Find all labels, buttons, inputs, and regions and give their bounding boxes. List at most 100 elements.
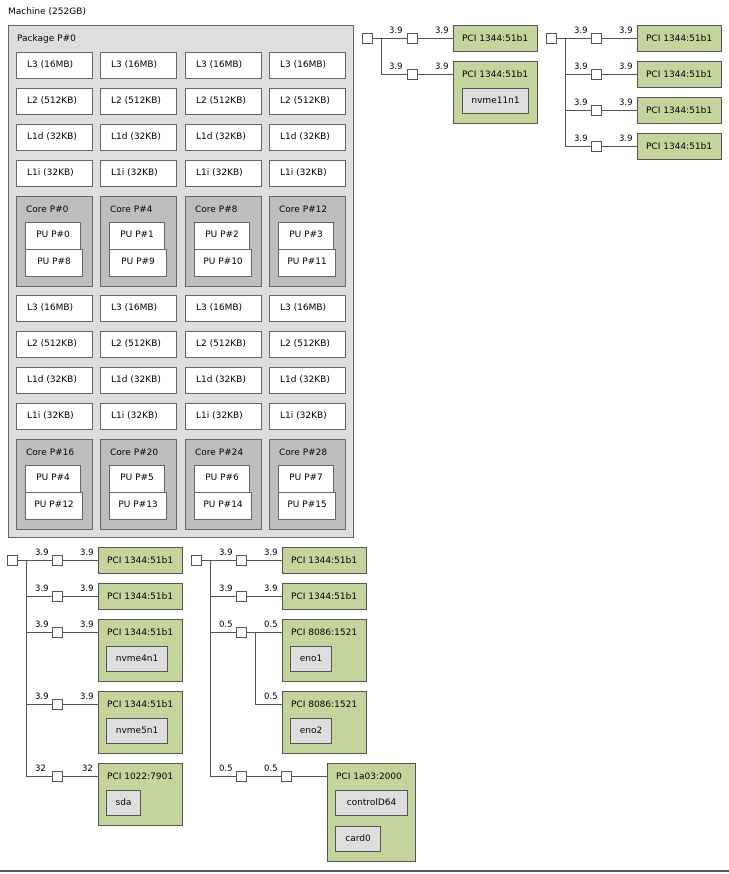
core-label: Core P#0	[26, 205, 69, 215]
network-interface[interactable]: eno1	[290, 646, 332, 672]
connector-line	[381, 74, 407, 75]
connector-line	[565, 74, 591, 75]
l1i-cache-box: L1i (32KB)	[269, 403, 346, 430]
pci-bridge-icon[interactable]	[407, 33, 418, 44]
link-speed-label: 3.9	[619, 62, 633, 72]
pu-box[interactable]: PU P#12	[25, 492, 83, 520]
pu-box[interactable]: PU P#13	[109, 492, 167, 520]
connector-line	[26, 560, 27, 776]
l1i-cache-box: L1i (32KB)	[185, 160, 262, 187]
pu-box[interactable]: PU P#1	[109, 222, 165, 250]
host-bridge-icon[interactable]	[191, 555, 202, 566]
pci-device-label: PCI 1344:51b1	[291, 556, 358, 566]
pci-bridge-icon[interactable]	[591, 105, 602, 116]
connector-line	[373, 38, 381, 39]
pci-device-label: PCI 1344:51b1	[107, 628, 174, 638]
host-bridge-icon[interactable]	[362, 33, 373, 44]
pci-bridge-icon[interactable]	[236, 555, 247, 566]
pci-bridge-icon[interactable]	[52, 555, 63, 566]
pci-device-label: PCI 1a03:2000	[336, 772, 402, 782]
l3-cache-label: L3 (16MB)	[111, 60, 158, 70]
l1i-cache-label: L1i (32KB)	[27, 411, 74, 421]
pci-device-label: PCI 1344:51b1	[107, 592, 174, 602]
pci-bridge-icon[interactable]	[236, 627, 247, 638]
pci-bridge-icon[interactable]	[281, 771, 292, 782]
pci-device-label: PCI 8086:1521	[291, 628, 358, 638]
connector-line	[418, 38, 453, 39]
disk-block-device[interactable]: sda	[106, 790, 141, 816]
link-speed-label: 3.9	[435, 62, 449, 72]
link-speed-label: 32	[82, 764, 93, 774]
pu-box[interactable]: PU P#2	[194, 222, 250, 250]
l1i-cache-box: L1i (32KB)	[100, 160, 177, 187]
pci-bridge-icon[interactable]	[52, 627, 63, 638]
network-interface[interactable]: eno2	[290, 718, 332, 744]
pu-box[interactable]: PU P#4	[25, 465, 81, 493]
l3-cache-box: L3 (16MB)	[269, 295, 346, 322]
pci-bridge-icon[interactable]	[407, 69, 418, 80]
l2-cache-label: L2 (512KB)	[111, 96, 161, 106]
nvme-block-device[interactable]: nvme11n1	[462, 88, 529, 114]
host-bridge-icon[interactable]	[546, 33, 557, 44]
host-bridge-icon[interactable]	[7, 555, 18, 566]
l1d-cache-box: L1d (32KB)	[16, 367, 93, 394]
gpu-card-device[interactable]: card0	[335, 826, 381, 852]
pu-box[interactable]: PU P#10	[194, 249, 252, 277]
pu-box[interactable]: PU P#3	[278, 222, 334, 250]
l1d-cache-box: L1d (32KB)	[100, 124, 177, 151]
pci-bridge-icon[interactable]	[591, 141, 602, 152]
pci-bridge-icon[interactable]	[52, 771, 63, 782]
pci-device-label: PCI 8086:1521	[291, 700, 358, 710]
pci-device-label: PCI 1344:51b1	[646, 70, 713, 80]
nvme-block-device[interactable]: nvme4n1	[106, 646, 168, 672]
pu-box[interactable]: PU P#14	[194, 492, 252, 520]
link-speed-label: 32	[35, 764, 46, 774]
link-speed-label: 0.5	[219, 620, 233, 630]
l3-cache-box: L3 (16MB)	[269, 52, 346, 79]
pu-box[interactable]: PU P#7	[278, 465, 334, 493]
l1d-cache-box: L1d (32KB)	[269, 367, 346, 394]
pu-box[interactable]: PU P#5	[109, 465, 165, 493]
link-speed-label: 3.9	[264, 548, 278, 558]
l3-cache-label: L3 (16MB)	[280, 60, 327, 70]
pu-box[interactable]: PU P#0	[25, 222, 81, 250]
l1i-cache-label: L1i (32KB)	[111, 168, 158, 178]
pci-bridge-icon[interactable]	[591, 69, 602, 80]
pci-bridge-icon[interactable]	[52, 591, 63, 602]
pci-device-label: PCI 1344:51b1	[646, 106, 713, 116]
pci-bridge-icon[interactable]	[236, 591, 247, 602]
pu-box[interactable]: PU P#15	[278, 492, 336, 520]
pci-bridge-icon[interactable]	[591, 33, 602, 44]
l2-cache-label: L2 (512KB)	[196, 96, 246, 106]
l1d-cache-label: L1d (32KB)	[27, 132, 77, 142]
l2-cache-box: L2 (512KB)	[16, 331, 93, 358]
gpu-control-device[interactable]: controlD64	[335, 790, 408, 816]
pu-box[interactable]: PU P#11	[278, 249, 336, 277]
l1i-cache-box: L1i (32KB)	[185, 403, 262, 430]
l2-cache-box: L2 (512KB)	[185, 331, 262, 358]
pu-box[interactable]: PU P#6	[194, 465, 250, 493]
connector-line	[255, 704, 282, 705]
l1d-cache-box: L1d (32KB)	[100, 367, 177, 394]
connector-line	[202, 560, 210, 561]
core-label: Core P#12	[279, 205, 328, 215]
l3-cache-box: L3 (16MB)	[16, 52, 93, 79]
l3-cache-box: L3 (16MB)	[16, 295, 93, 322]
pu-box[interactable]: PU P#9	[109, 249, 167, 277]
nvme-block-device[interactable]: nvme5n1	[106, 718, 168, 744]
l3-cache-label: L3 (16MB)	[111, 303, 158, 313]
package-label: Package P#0	[17, 34, 76, 44]
l1i-cache-label: L1i (32KB)	[111, 411, 158, 421]
pci-device-label: PCI 1344:51b1	[646, 34, 713, 44]
link-speed-label: 3.9	[35, 584, 49, 594]
pci-bridge-icon[interactable]	[52, 699, 63, 710]
pci-device-label: PCI 1344:51b1	[107, 556, 174, 566]
pu-box[interactable]: PU P#8	[25, 249, 83, 277]
connector-line	[292, 776, 327, 777]
pci-bridge-icon[interactable]	[236, 771, 247, 782]
link-speed-label: 3.9	[435, 26, 449, 36]
connector-line	[247, 776, 282, 777]
connector-line	[557, 38, 565, 39]
connector-line	[418, 74, 453, 75]
connector-line	[247, 596, 282, 597]
